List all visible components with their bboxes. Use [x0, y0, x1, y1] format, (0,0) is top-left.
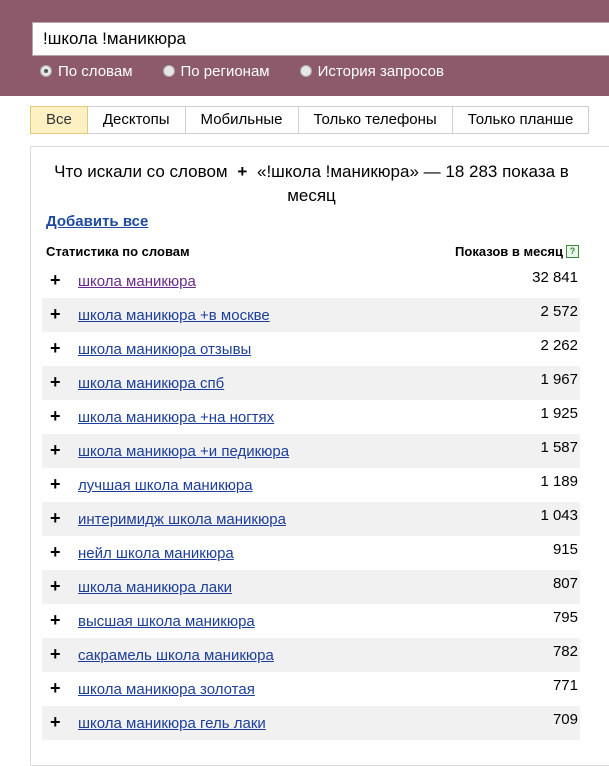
table-row: + нейл школа маникюра 915: [42, 536, 580, 570]
impressions-count: 709: [552, 711, 578, 728]
impressions-count: 807: [552, 575, 578, 592]
keyword-link[interactable]: нейл школа маникюра: [78, 545, 234, 562]
table-row: + школа маникюра гель лаки 709: [42, 706, 580, 740]
keyword-link[interactable]: школа маникюра +на ногтях: [78, 409, 274, 426]
table-row: + высшая школа маникюра 795: [42, 604, 580, 638]
column-header-count-label: Показов в месяц: [455, 244, 563, 259]
device-tabs: Все Десктопы Мобильные Только телефоны Т…: [30, 106, 590, 134]
add-plus-icon[interactable]: +: [50, 305, 61, 323]
column-header-count: Показов в месяц ?: [455, 244, 579, 259]
add-plus-icon[interactable]: +: [50, 339, 61, 357]
keyword-link[interactable]: сакрамель школа маникюра: [78, 647, 274, 664]
table-row: + сакрамель школа маникюра 782: [42, 638, 580, 672]
table-row: + школа маникюра золотая 771: [42, 672, 580, 706]
radio-checked-icon: [40, 65, 52, 77]
mode-by-words-label: По словам: [58, 62, 133, 80]
add-plus-icon[interactable]: +: [50, 645, 61, 663]
add-plus-icon[interactable]: +: [50, 271, 61, 289]
tab-mobile[interactable]: Мобильные: [185, 106, 299, 134]
table-row: + школа маникюра +на ногтях 1 925: [42, 400, 580, 434]
results-heading: Что искали со словом + «!школа !маникюра…: [30, 160, 593, 208]
keyword-link[interactable]: интеримидж школа маникюра: [78, 511, 286, 528]
help-icon[interactable]: ?: [566, 245, 579, 258]
table-row: + школа маникюра +в москве 2 572: [42, 298, 580, 332]
impressions-count: 1 189: [540, 473, 578, 490]
impressions-count: 2 262: [540, 337, 578, 354]
table-row: + школа маникюра спб 1 967: [42, 366, 580, 400]
column-header-words: Статистика по словам: [46, 244, 190, 259]
add-plus-icon[interactable]: +: [50, 713, 61, 731]
tab-tablets-only[interactable]: Только планше: [452, 106, 590, 134]
keywords-table: + школа маникюра 32 841 + школа маникюра +в…: [42, 264, 580, 740]
mode-by-regions-label: По регионам: [180, 62, 270, 80]
table-row: + школа маникюра 32 841: [42, 264, 580, 298]
heading-plus-icon: +: [237, 162, 248, 181]
keyword-link[interactable]: высшая школа маникюра: [78, 613, 255, 630]
add-plus-icon[interactable]: +: [50, 407, 61, 425]
top-search-bar: !школа !маникюра По словам По регионам И…: [0, 0, 609, 96]
radio-unchecked-icon: [162, 65, 175, 77]
keyword-link[interactable]: школа маникюра спб: [78, 375, 224, 392]
add-plus-icon[interactable]: +: [50, 611, 61, 629]
add-plus-icon[interactable]: +: [50, 475, 61, 493]
impressions-count: 2 572: [540, 303, 578, 320]
table-row: + школа маникюра отзывы 2 262: [42, 332, 580, 366]
add-plus-icon[interactable]: +: [50, 373, 61, 391]
keyword-link[interactable]: школа маникюра гель лаки: [78, 715, 266, 732]
search-mode-group: По словам По регионам История запросов: [40, 60, 474, 82]
impressions-count: 915: [552, 541, 578, 558]
keyword-link[interactable]: школа маникюра: [78, 273, 196, 290]
mode-by-words[interactable]: По словам: [40, 63, 133, 80]
impressions-count: 1 587: [540, 439, 578, 456]
impressions-count: 782: [552, 643, 578, 660]
impressions-count: 1 967: [540, 371, 578, 388]
keyword-link[interactable]: школа маникюра золотая: [78, 681, 255, 698]
impressions-count: 771: [552, 677, 578, 694]
keyword-link[interactable]: школа маникюра отзывы: [78, 341, 251, 358]
add-all-link[interactable]: Добавить все: [46, 213, 148, 230]
impressions-count: 32 841: [532, 269, 578, 286]
add-plus-icon[interactable]: +: [50, 543, 61, 561]
tab-desktops[interactable]: Десктопы: [87, 106, 186, 134]
mode-history-label: История запросов: [317, 62, 444, 80]
tab-phones-only[interactable]: Только телефоны: [298, 106, 453, 134]
table-row: + лучшая школа маникюра 1 189: [42, 468, 580, 502]
keyword-link[interactable]: школа маникюра +и педикюра: [78, 443, 289, 460]
table-row: + школа маникюра +и педикюра 1 587: [42, 434, 580, 468]
impressions-count: 795: [552, 609, 578, 626]
mode-history[interactable]: История запросов: [299, 62, 444, 80]
heading-rest: «!школа !маникюра» — 18 283 показа в мес…: [257, 162, 569, 205]
radio-unchecked-icon: [299, 65, 312, 77]
impressions-count: 1 925: [540, 405, 578, 422]
add-plus-icon[interactable]: +: [50, 577, 61, 595]
mode-by-regions[interactable]: По регионам: [162, 62, 270, 80]
table-row: + интеримидж школа маникюра 1 043: [42, 502, 580, 536]
search-input[interactable]: !школа !маникюра: [32, 22, 609, 56]
keyword-link[interactable]: школа маникюра +в москве: [78, 307, 270, 324]
heading-prefix: Что искали со словом: [54, 162, 228, 181]
table-row: + школа маникюра лаки 807: [42, 570, 580, 604]
tab-all[interactable]: Все: [30, 106, 88, 134]
add-plus-icon[interactable]: +: [50, 441, 61, 459]
impressions-count: 1 043: [540, 507, 578, 524]
keyword-link[interactable]: школа маникюра лаки: [78, 579, 232, 596]
add-plus-icon[interactable]: +: [50, 679, 61, 697]
add-plus-icon[interactable]: +: [50, 509, 61, 527]
keyword-link[interactable]: лучшая школа маникюра: [78, 477, 253, 494]
